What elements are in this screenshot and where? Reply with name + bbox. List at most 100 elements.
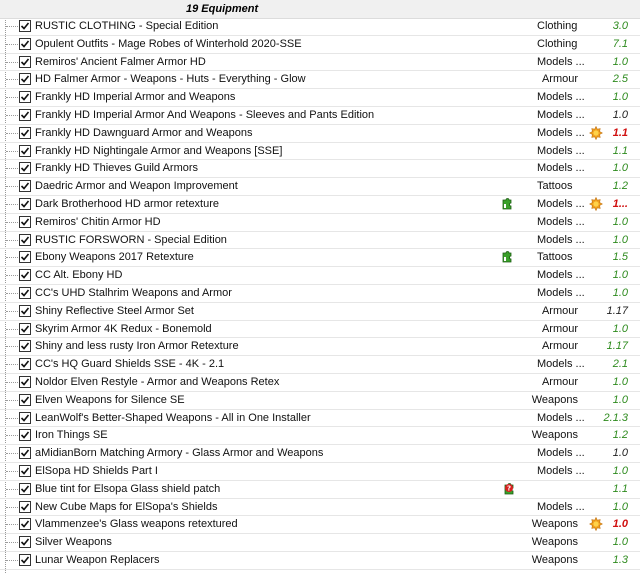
- enable-checkbox[interactable]: [19, 411, 31, 424]
- enable-checkbox[interactable]: [19, 215, 31, 228]
- mod-row[interactable]: Remiros' Chitin Armor HD Models ... 1.0: [0, 214, 640, 232]
- mod-row[interactable]: aMidianBorn Matching Armory - Glass Armo…: [0, 445, 640, 463]
- mod-row[interactable]: LeanWolf's Better-Shaped Weapons - All i…: [0, 410, 640, 428]
- mod-row[interactable]: CC Alt. Ebony HD Models ... 1.0: [0, 267, 640, 285]
- update-warning-icon[interactable]: [589, 517, 603, 532]
- checkmark-icon: [20, 396, 30, 404]
- category-label: Armour: [541, 73, 578, 86]
- enable-checkbox[interactable]: [19, 233, 31, 246]
- enable-checkbox[interactable]: [19, 322, 31, 335]
- mod-row[interactable]: ElSopa HD Shields Part I Models ... 1.0: [0, 463, 640, 481]
- mod-row[interactable]: Shiny and less rusty Iron Armor Retextur…: [0, 338, 640, 357]
- mod-row[interactable]: Lunar Weapon Replacers Weapons 1.3: [0, 552, 640, 570]
- version-label: 1.1: [612, 482, 628, 495]
- category-label: Weapons: [531, 553, 578, 566]
- enable-checkbox[interactable]: [19, 429, 31, 442]
- mod-row[interactable]: Skyrim Armor 4K Redux - Bonemold Armour 1.…: [0, 321, 640, 339]
- version-label: 1.0: [612, 447, 628, 460]
- update-warning-icon[interactable]: [589, 196, 603, 212]
- tree-branch: [6, 364, 18, 366]
- enable-checkbox[interactable]: [19, 162, 31, 175]
- enable-checkbox[interactable]: [19, 251, 31, 264]
- version-label: 1.5: [612, 251, 628, 264]
- checkmark-icon: [20, 520, 30, 529]
- mod-row[interactable]: RUSTIC CLOTHING - Special Edition Clothin…: [0, 18, 640, 36]
- enable-checkbox[interactable]: [19, 536, 31, 549]
- tree-branch: [6, 417, 18, 419]
- category-label: Clothing: [537, 37, 578, 50]
- enable-checkbox[interactable]: [19, 464, 31, 477]
- enable-checkbox[interactable]: [19, 286, 31, 299]
- mod-row[interactable]: Silver Weapons Weapons 1.0: [0, 534, 640, 552]
- mod-row[interactable]: Remiros' Ancient Falmer Armor HD Models .…: [0, 54, 640, 72]
- enable-checkbox[interactable]: [19, 91, 31, 104]
- enable-checkbox[interactable]: [19, 518, 31, 531]
- enable-checkbox[interactable]: [19, 197, 31, 210]
- mod-row[interactable]: Elven Weapons for Silence SE Weapons 1.0: [0, 392, 640, 410]
- mod-row[interactable]: Shiny Reflective Steel Armor Set Armour 1.…: [0, 303, 640, 321]
- enable-checkbox[interactable]: [19, 269, 31, 282]
- mod-row[interactable]: Blue tint for Elsopa Glass shield patch?…: [0, 481, 640, 499]
- mod-row[interactable]: CC's UHD Stalhrim Weapons and Armor Model…: [0, 285, 640, 303]
- enable-checkbox[interactable]: [19, 126, 31, 139]
- enable-checkbox[interactable]: [19, 500, 31, 513]
- mod-name: Iron Things SE: [35, 429, 108, 442]
- enable-checkbox[interactable]: [19, 375, 31, 388]
- tree-branch: [6, 346, 18, 348]
- enable-checkbox[interactable]: [19, 358, 31, 371]
- checkmark-icon: [20, 253, 30, 262]
- update-warning-icon[interactable]: [589, 125, 603, 140]
- tree-branch: [6, 97, 18, 99]
- enable-checkbox[interactable]: [19, 304, 31, 317]
- mod-row[interactable]: Frankly HD Imperial Armor And Weapons - …: [0, 107, 640, 125]
- mod-row[interactable]: Daedric Armor and Weapon Improvement Tatt…: [0, 178, 640, 196]
- enable-checkbox[interactable]: [19, 108, 31, 121]
- category-label: Models ...: [537, 91, 585, 104]
- tree-branch: [6, 310, 18, 312]
- category-label: Models ...: [537, 126, 585, 139]
- category-label: Armour: [541, 322, 578, 335]
- mod-row[interactable]: Frankly HD Dawnguard Armor and Weapons Mo…: [0, 125, 640, 143]
- mod-row[interactable]: Noldor Elven Restyle - Armor and Weapons…: [0, 374, 640, 392]
- enable-checkbox[interactable]: [19, 20, 31, 32]
- enable-checkbox[interactable]: [19, 482, 31, 495]
- mod-row[interactable]: Frankly HD Nightingale Armor and Weapons…: [0, 143, 640, 161]
- enable-checkbox[interactable]: [19, 553, 31, 566]
- category-label: Models ...: [537, 233, 585, 246]
- mod-row[interactable]: HD Falmer Armor - Weapons - Huts - Every…: [0, 71, 640, 90]
- mod-row[interactable]: Dark Brotherhood HD armor retexture Model…: [0, 196, 640, 214]
- checkmark-icon: [20, 431, 30, 440]
- category-label: Models ...: [537, 286, 585, 299]
- mod-row[interactable]: New Cube Maps for ElSopa's Shields Models…: [0, 499, 640, 517]
- group-header[interactable]: 19 Equipment: [0, 0, 640, 19]
- mod-name: aMidianBorn Matching Armory - Glass Armo…: [35, 447, 324, 460]
- enable-checkbox[interactable]: [19, 180, 31, 193]
- enable-checkbox[interactable]: [19, 447, 31, 460]
- mod-row[interactable]: RUSTIC FORSWORN - Special Edition Models …: [0, 232, 640, 250]
- mod-row[interactable]: Opulent Outfits - Mage Robes of Winterho…: [0, 36, 640, 54]
- mod-name: New Cube Maps for ElSopa's Shields: [35, 500, 218, 513]
- tree-branch: [6, 488, 18, 490]
- version-label: 1.0: [612, 162, 628, 175]
- enable-checkbox[interactable]: [19, 340, 31, 353]
- enable-checkbox[interactable]: [19, 37, 31, 50]
- enable-checkbox[interactable]: [19, 73, 31, 86]
- mod-row[interactable]: Iron Things SE Weapons 1.2: [0, 427, 640, 446]
- mod-row[interactable]: Ebony Weapons 2017 Retexture Tattoos 1.5: [0, 249, 640, 268]
- mod-row[interactable]: Frankly HD Imperial Armor and Weapons Mod…: [0, 89, 640, 107]
- checkmark-icon: [20, 556, 30, 564]
- mod-name: CC's HQ Guard Shields SSE - 4K - 2.1: [35, 358, 225, 371]
- mod-row[interactable]: Vlammenzee's Glass weapons retextured Wea…: [0, 516, 640, 535]
- version-label: 1.17: [606, 304, 628, 317]
- enable-checkbox[interactable]: [19, 144, 31, 157]
- version-label: 1.2: [612, 429, 628, 442]
- mod-row[interactable]: CC's HQ Guard Shields SSE - 4K - 2.1 Mode…: [0, 356, 640, 374]
- checkmark-icon: [20, 200, 30, 208]
- mod-name: Frankly HD Dawnguard Armor and Weapons: [35, 126, 253, 139]
- enable-checkbox[interactable]: [19, 55, 31, 68]
- mod-row[interactable]: Frankly HD Thieves Guild Armors Models ..…: [0, 160, 640, 179]
- enable-checkbox[interactable]: [19, 393, 31, 406]
- tree-branch: [6, 79, 18, 81]
- category-label: Clothing: [537, 20, 578, 32]
- checkmark-icon: [20, 271, 30, 279]
